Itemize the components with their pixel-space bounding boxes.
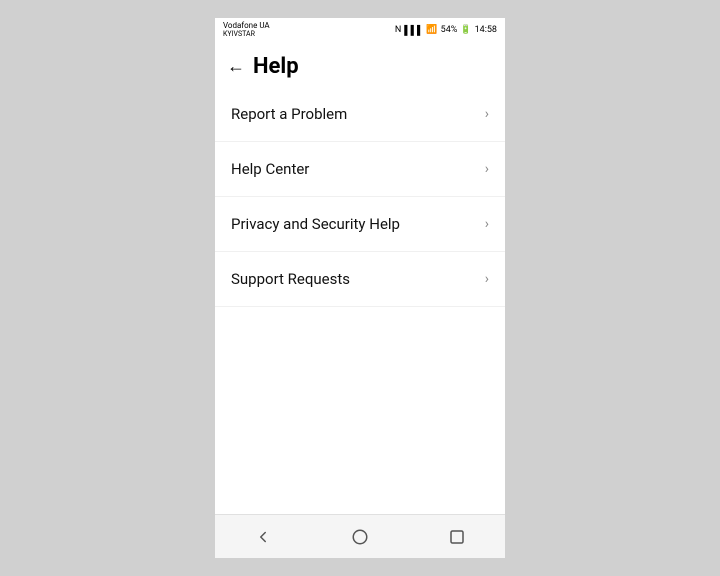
back-button[interactable]: ← [227, 58, 245, 76]
menu-item-privacy-security[interactable]: Privacy and Security Help › [215, 197, 505, 252]
status-right: N ▌▌▌ 📶 54% 🔋 14:58 [395, 25, 497, 36]
carrier-info: Vodafone UA KYIVSTAR [223, 22, 270, 38]
menu-item-label: Report a Problem [231, 105, 347, 123]
menu-item-help-center[interactable]: Help Center › [215, 142, 505, 197]
chevron-right-icon: › [485, 216, 489, 232]
menu-list: Report a Problem › Help Center › Privacy… [215, 87, 505, 307]
page-title: Help [253, 54, 299, 79]
status-bar: Vodafone UA KYIVSTAR N ▌▌▌ 📶 54% 🔋 14:58 [215, 18, 505, 42]
nav-home-button[interactable] [345, 522, 375, 552]
chevron-right-icon: › [485, 271, 489, 287]
battery-icon: 🔋 [460, 25, 471, 35]
page-header: ← Help [215, 42, 505, 87]
chevron-right-icon: › [485, 106, 489, 122]
nav-bar [215, 514, 505, 558]
nav-recent-button[interactable] [442, 522, 472, 552]
menu-item-report-problem[interactable]: Report a Problem › [215, 87, 505, 142]
signal-icon: ▌▌▌ [404, 25, 423, 36]
chevron-right-icon: › [485, 161, 489, 177]
menu-item-label: Help Center [231, 160, 309, 178]
time: 14:58 [475, 25, 497, 35]
menu-item-support-requests[interactable]: Support Requests › [215, 252, 505, 307]
battery-percent: 54% [441, 25, 458, 35]
carrier-sub: KYIVSTAR [223, 31, 270, 39]
nav-back-button[interactable] [248, 522, 278, 552]
network-icon: N [395, 25, 401, 35]
phone-frame: Vodafone UA KYIVSTAR N ▌▌▌ 📶 54% 🔋 14:58… [215, 18, 505, 558]
menu-item-label: Support Requests [231, 270, 350, 288]
wifi-icon: 📶 [426, 25, 437, 35]
menu-item-label: Privacy and Security Help [231, 215, 400, 233]
main-content: ← Help Report a Problem › Help Center › … [215, 42, 505, 514]
